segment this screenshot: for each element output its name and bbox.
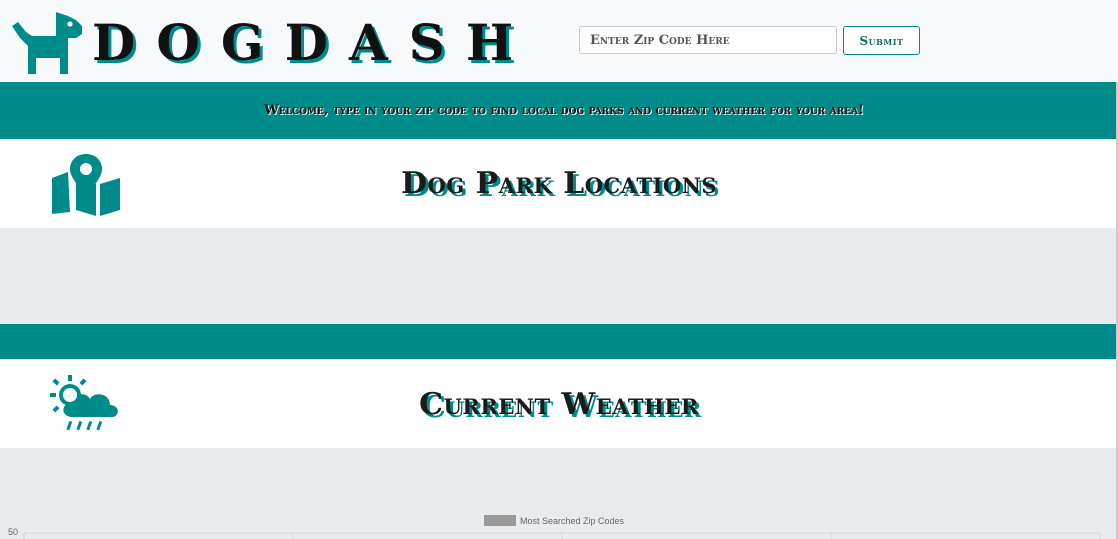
- submit-button[interactable]: Submit: [843, 26, 920, 55]
- header: DOGDASH Submit: [0, 0, 1118, 82]
- y-tick-label: 50: [8, 527, 18, 537]
- weather-header: Current Weather: [0, 359, 1118, 448]
- welcome-banner: Welcome, type in your zip code to find l…: [0, 82, 1118, 139]
- dog-parks-title: Dog Park Locations: [400, 166, 718, 201]
- park-map-area: [0, 228, 1118, 324]
- chart-plot: 50: [8, 527, 1101, 539]
- weather-title: Current Weather: [419, 387, 699, 422]
- app-logo-text: DOGDASH: [92, 13, 535, 72]
- welcome-text: Welcome, type in your zip code to find l…: [264, 103, 864, 118]
- dog-icon: [12, 12, 82, 74]
- section-divider: [0, 324, 1118, 359]
- chart-legend[interactable]: Most Searched Zip Codes: [484, 515, 624, 526]
- legend-label: Most Searched Zip Codes: [520, 515, 625, 526]
- zip-code-input[interactable]: [579, 26, 837, 54]
- legend-swatch: [484, 515, 516, 526]
- dog-parks-header: Dog Park Locations: [0, 139, 1118, 228]
